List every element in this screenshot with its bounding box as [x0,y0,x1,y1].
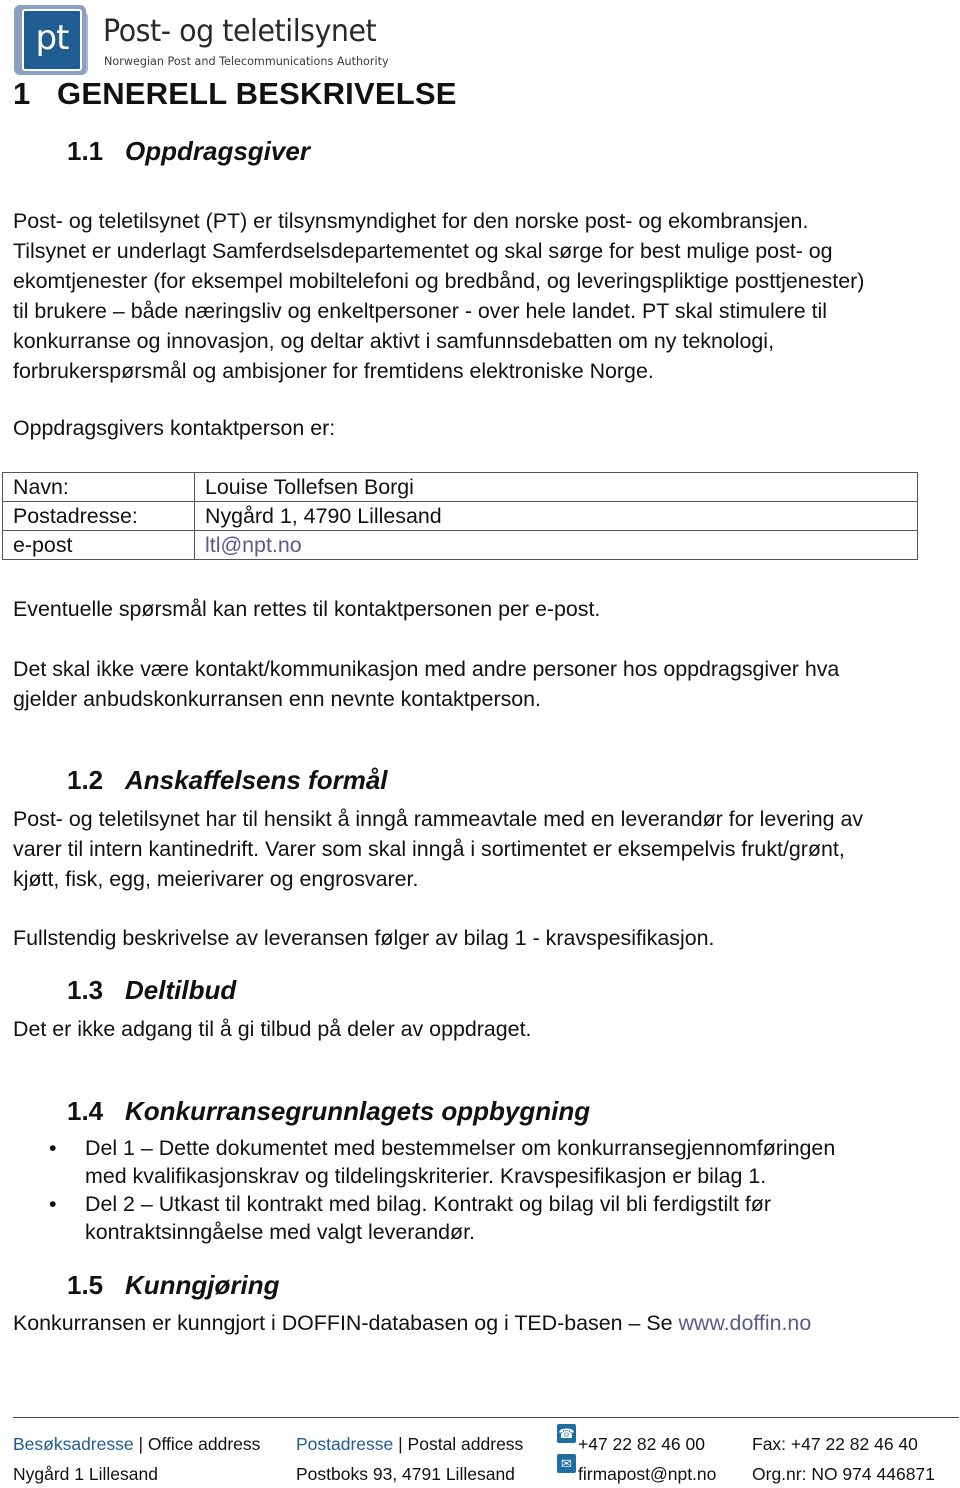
contact-label: Postadresse: [2,501,195,531]
table-row: Navn: Louise Tollefsen Borgi [2,472,918,502]
subsection-heading-1-3: 1.3 Deltilbud [67,975,237,1005]
postal-address: Postboks 93, 4791 Lillesand [296,1464,515,1484]
contact-label: Navn: [2,472,195,502]
questions-text: Eventuelle spørsmål kan rettes til konta… [13,597,601,621]
bullet-icon: • [49,1136,57,1160]
bullet-icon: • [49,1192,57,1216]
structure-list: • Del 1 – Dette dokumentet med bestemmel… [40,1134,945,1246]
org-number: Org.nr: NO 974 446871 [752,1464,935,1484]
list-item: • Del 1 – Dette dokumentet med bestemmel… [49,1136,836,1188]
contact-address: Nygård 1, 4790 Lillesand [194,501,918,531]
contact-email-cell: ltl@npt.no [194,530,918,560]
pt-logo-icon: pt [12,3,88,77]
list-item: • Del 2 – Utkast til kontrakt med bilag.… [49,1192,771,1244]
subsection-heading-1-2: 1.2 Anskaffelsens formål [67,765,388,795]
announcement-text: Konkurransen er kunngjort i DOFFIN-datab… [13,1311,812,1335]
section-heading: 1 GENERELL BESKRIVELSE [13,76,457,111]
logo-title: Post- og teletilsynet [103,14,377,49]
contact-table: Navn: Louise Tollefsen Borgi Postadresse… [2,472,918,560]
table-row: Postadresse: Nygård 1, 4790 Lillesand [2,501,918,531]
table-row: e-post ltl@npt.no [2,530,918,560]
postal-address-label: Postadresse | Postal address [296,1434,524,1454]
logo: pt Post- og teletilsynet Norwegian Post … [12,3,389,77]
office-address-label: Besøksadresse | Office address [13,1434,261,1454]
full-description-text: Fullstendig beskrivelse av leveransen fø… [13,926,715,950]
intro-paragraph: Post- og teletilsynet (PT) er tilsynsmyn… [13,209,865,383]
subsection-heading-1-1: 1.1 Oppdragsgiver [67,136,310,166]
phone-number: +47 22 82 46 00 [578,1434,705,1454]
fax-number: Fax: +47 22 82 46 40 [752,1434,918,1454]
contact-email-link[interactable]: ltl@npt.no [205,533,302,557]
subsection-heading-1-4: 1.4 Konkurransegrunnlagets oppbygning [67,1096,591,1126]
partial-offer-text: Det er ikke adgang til å gi tilbud på de… [13,1017,532,1041]
email-icon: ✉ [557,1454,576,1473]
subsection-heading-1-5: 1.5 Kunngjøring [67,1270,280,1300]
footer-email[interactable]: firmapost@npt.no [578,1463,716,1485]
footer-divider [13,1417,959,1418]
contact-label: e-post [2,530,195,560]
contact-name: Louise Tollefsen Borgi [194,472,918,502]
office-address: Nygård 1 Lillesand [13,1464,158,1484]
phone-icon: ☎ [557,1424,576,1443]
no-contact-paragraph: Det skal ikke være kontakt/kommunikasjon… [13,657,840,711]
purpose-paragraph: Post- og teletilsynet har til hensikt å … [13,807,864,891]
logo-subtitle: Norwegian Post and Telecommunications Au… [104,55,389,68]
contact-intro: Oppdragsgivers kontaktperson er: [13,416,336,440]
doffin-link[interactable]: www.doffin.no [678,1311,811,1335]
